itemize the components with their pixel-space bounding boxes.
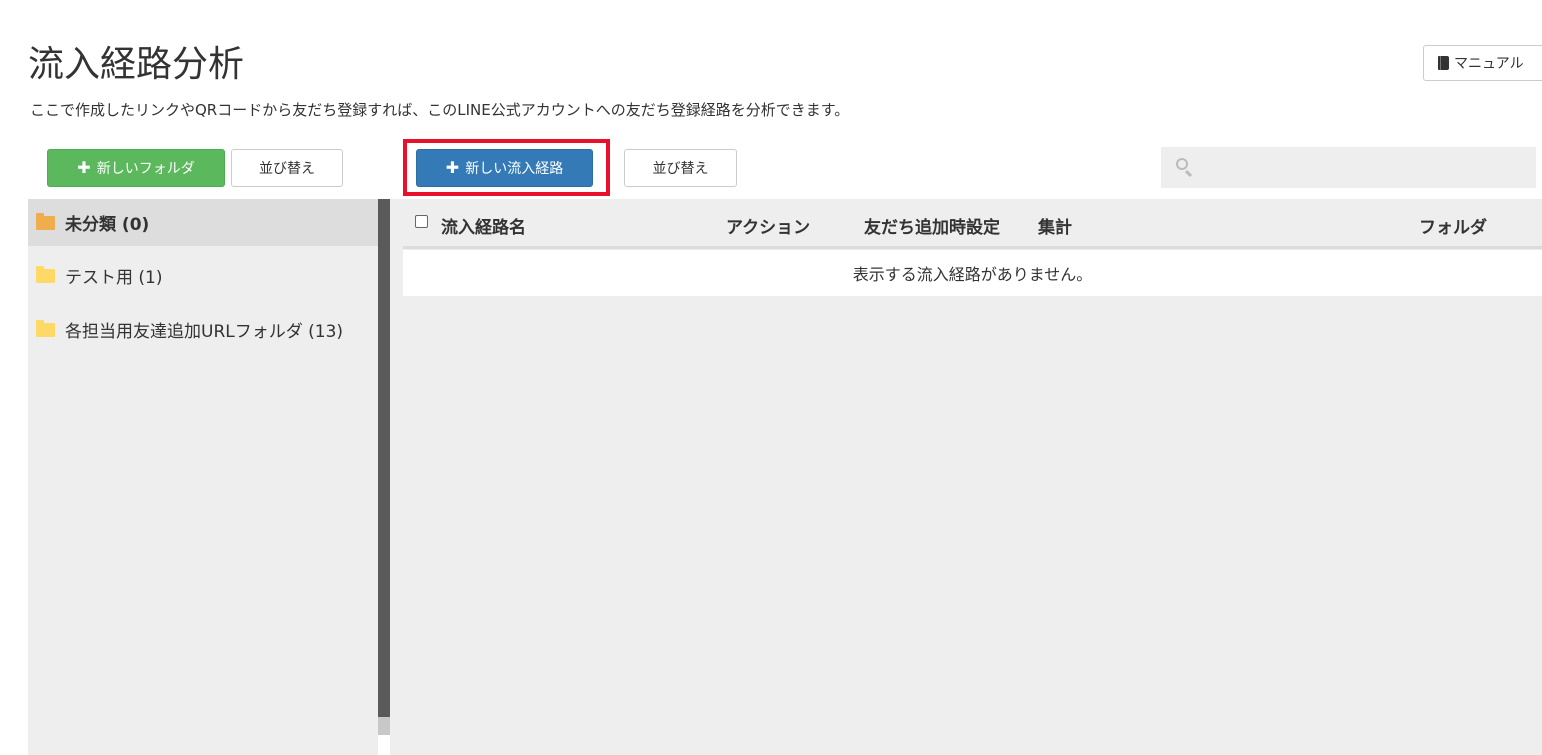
select-all-checkbox[interactable] xyxy=(415,215,428,228)
folder-label: テスト用 (1) xyxy=(65,268,163,288)
column-header-aggregate: 集計 xyxy=(1038,218,1072,238)
column-header-action: アクション xyxy=(726,218,811,238)
manual-button-label: マニュアル xyxy=(1454,56,1524,72)
book-icon xyxy=(1438,56,1449,70)
folder-label: 各担当用友達追加URLフォルダ (13) xyxy=(65,322,344,342)
folder-sidebar: 未分類 (0) テスト用 (1) 各担当用友達追加URLフォルダ (13) xyxy=(28,199,378,755)
search-icon xyxy=(1176,158,1188,170)
sidebar-scrollbar[interactable] xyxy=(378,199,390,735)
page-title: 流入経路分析 xyxy=(28,44,245,85)
sidebar-item-test[interactable]: テスト用 (1) xyxy=(28,252,378,299)
sort-routes-button[interactable]: 並び替え xyxy=(624,149,737,187)
table-header: 流入経路名 アクション 友だち追加時設定 集計 フォルダ xyxy=(403,199,1542,249)
sidebar-item-staff-urls[interactable]: 各担当用友達追加URLフォルダ (13) xyxy=(28,306,378,353)
folder-open-icon xyxy=(36,212,55,230)
folder-label: 未分類 (0) xyxy=(65,215,150,235)
sort-routes-button-label: 並び替え xyxy=(652,161,709,177)
sidebar-scrollbar-thumb[interactable] xyxy=(378,199,390,717)
folder-icon xyxy=(36,319,55,337)
empty-message: 表示する流入経路がありません。 xyxy=(852,265,1093,284)
column-header-friend-setting: 友だち追加時設定 xyxy=(864,218,1000,238)
manual-button[interactable]: マニュアル xyxy=(1423,45,1542,81)
new-folder-button-label: 新しいフォルダ xyxy=(96,161,195,177)
search-box xyxy=(1161,147,1536,188)
page-description: ここで作成したリンクやQRコードから友だち登録すれば、このLINE公式アカウント… xyxy=(30,101,850,119)
new-route-button-label: 新しい流入経路 xyxy=(465,161,564,177)
new-route-button[interactable]: ✚ 新しい流入経路 xyxy=(416,149,593,187)
new-folder-button[interactable]: ✚ 新しいフォルダ xyxy=(47,149,225,187)
folder-icon xyxy=(36,265,55,283)
column-header-name[interactable]: 流入経路名 xyxy=(441,213,526,238)
empty-message-row: 表示する流入経路がありません。 xyxy=(403,250,1542,296)
sort-folders-button-label: 並び替え xyxy=(259,161,315,177)
sort-folders-button[interactable]: 並び替え xyxy=(231,149,343,187)
column-header-folder[interactable]: フォルダ xyxy=(1419,213,1487,238)
search-input[interactable] xyxy=(1161,147,1536,188)
sidebar-item-uncategorized[interactable]: 未分類 (0) xyxy=(28,199,378,246)
plus-icon: ✚ xyxy=(77,158,91,177)
plus-icon: ✚ xyxy=(445,158,460,177)
